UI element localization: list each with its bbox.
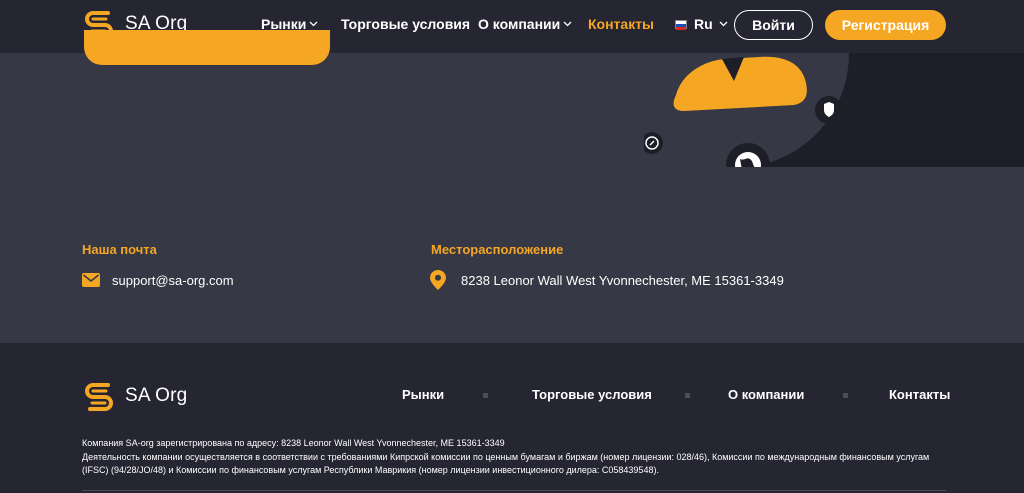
envelope-icon [82, 273, 100, 287]
support-illustration [644, 53, 1024, 167]
chevron-down-icon [563, 21, 572, 27]
footer-license-text: Деятельность компании осуществляется в с… [82, 452, 930, 475]
map-pin-icon [430, 270, 446, 290]
nav-about[interactable]: О компании [478, 16, 572, 32]
email-section-label: Наша почта [82, 242, 157, 257]
logo-icon [85, 383, 113, 411]
nav-about-label: О компании [478, 16, 561, 32]
footer-divider [82, 490, 946, 491]
footer-nav-separator [843, 393, 848, 398]
footer-nav-trading-conditions[interactable]: Торговые условия [532, 387, 652, 402]
support-email-link[interactable]: support@sa-org.com [112, 273, 234, 288]
chevron-down-icon [719, 21, 728, 27]
language-label: Ru [694, 16, 713, 32]
login-button[interactable]: Войти [734, 10, 813, 40]
nav-contacts-label: Контакты [588, 16, 655, 32]
register-button[interactable]: Регистрация [825, 10, 946, 40]
footer-logo[interactable]: SA Org [82, 379, 187, 413]
footer-nav-contacts[interactable]: Контакты [889, 387, 950, 402]
footer-nav-separator [685, 393, 690, 398]
chevron-down-icon [309, 21, 318, 27]
nav-trading-conditions-label: Торговые условия [341, 16, 471, 32]
office-address: 8238 Leonor Wall West Yvonnechester, ME … [461, 273, 784, 288]
support-illustration-art [644, 53, 1024, 167]
site-footer: SA Org Рынки Торговые условия О компании… [0, 343, 1024, 493]
footer-nav-markets[interactable]: Рынки [402, 387, 444, 402]
russia-flag-icon [675, 19, 687, 30]
nav-contacts[interactable]: Контакты [588, 16, 654, 32]
language-selector[interactable]: Ru [675, 16, 728, 32]
location-section-label: Месторасположение [431, 242, 564, 257]
footer-registration-text: Компания SA-org зарегистрирована по адре… [82, 438, 505, 448]
logo-text: SA Org [125, 385, 188, 406]
nav-trading-conditions[interactable]: Торговые условия [341, 16, 470, 32]
footer-nav-separator [483, 393, 488, 398]
hero-cta-button[interactable] [84, 30, 330, 65]
footer-nav-about[interactable]: О компании [728, 387, 804, 402]
